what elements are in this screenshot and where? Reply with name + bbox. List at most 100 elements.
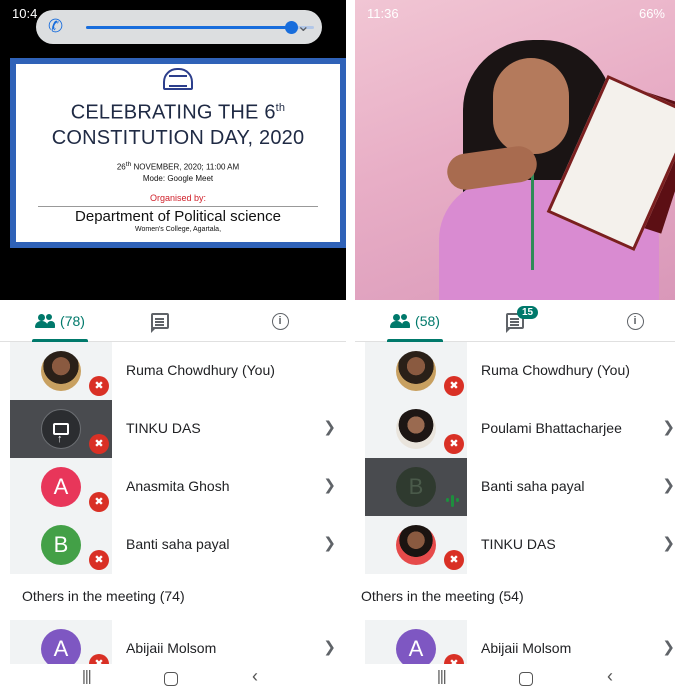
participant-tile: ✖	[365, 516, 467, 574]
meeting-tabs: (58) 15 i	[355, 300, 675, 342]
home-icon[interactable]	[519, 672, 533, 686]
people-count: (58)	[415, 313, 440, 329]
recent-apps-icon[interactable]: |||	[82, 668, 92, 685]
slide-content: CELEBRATING THE 6th CONSTITUTION DAY, 20…	[16, 64, 340, 242]
left-screenshot: 10:4 ✆ ⌄ CELEBRATING THE 6th CONSTITUTIO…	[0, 0, 346, 691]
speaking-indicator-icon	[445, 493, 463, 507]
android-nav-bar: ||| ‹	[355, 664, 675, 691]
people-icon	[35, 314, 56, 328]
participant-name: Ruma Chowdhury (You)	[481, 362, 630, 378]
mic-off-icon: ✖	[89, 492, 109, 512]
participant-name: Poulami Bhattacharjee	[481, 420, 622, 436]
call-volume-icon: ✆	[48, 16, 64, 36]
avatar-letter: B	[41, 525, 81, 565]
others-heading: Others in the meeting (74)	[22, 588, 185, 604]
participant-row[interactable]: A ✖ Anasmita Ghosh ❯	[0, 458, 346, 516]
participant-name: Anasmita Ghosh	[126, 478, 230, 494]
chevron-right-icon[interactable]: ❯	[323, 418, 336, 436]
slide-title: CELEBRATING THE 6th CONSTITUTION DAY, 20…	[16, 96, 340, 151]
info-icon: i	[626, 312, 644, 330]
slide-title-sup: th	[275, 102, 286, 114]
participant-tile: ✖	[365, 342, 467, 400]
mic-off-icon: ✖	[89, 550, 109, 570]
people-count: (78)	[60, 313, 85, 329]
tab-info[interactable]: i	[250, 300, 310, 342]
avatar-letter: A	[41, 629, 81, 669]
avatar-letter: A	[41, 467, 81, 507]
participant-list: ✖ Ruma Chowdhury (You) ✖ Poulami Bhattac…	[355, 342, 675, 678]
info-icon: i	[271, 312, 289, 330]
slide-title-line2: CONSTITUTION DAY, 2020	[51, 126, 305, 149]
chevron-right-icon[interactable]: ❯	[662, 476, 675, 494]
chevron-right-icon[interactable]: ❯	[323, 476, 336, 494]
shared-slide: CELEBRATING THE 6th CONSTITUTION DAY, 20…	[10, 58, 346, 248]
participant-tile: ✖	[10, 342, 112, 400]
participant-row[interactable]: ✖ TINKU DAS ❯	[0, 400, 346, 458]
slide-date: 26th NOVEMBER, 2020; 11:00 AM	[16, 161, 340, 172]
home-icon[interactable]	[164, 672, 178, 686]
people-icon	[390, 314, 411, 328]
participant-name: TINKU DAS	[481, 536, 556, 552]
status-bar: 11:36 66%	[355, 0, 675, 24]
volume-fill	[86, 26, 292, 29]
participant-name: Ruma Chowdhury (You)	[126, 362, 275, 378]
right-screenshot: 11:36 66% (58) 15 i ✖ Ruma Chowdhury (Yo…	[355, 0, 675, 691]
participant-tile: ✖	[10, 400, 112, 458]
slide-date-rest: NOVEMBER, 2020; 11:00 AM	[131, 162, 240, 172]
slide-mode: Mode: Google Meet	[142, 174, 214, 184]
presentation-stage: 10:4 ✆ ⌄ CELEBRATING THE 6th CONSTITUTIO…	[0, 0, 346, 300]
chevron-right-icon[interactable]: ❯	[662, 638, 675, 656]
present-screen-icon	[41, 409, 81, 449]
recent-apps-icon[interactable]: |||	[437, 668, 447, 685]
back-icon[interactable]: ‹	[607, 666, 613, 687]
slide-department: Department of Political science	[75, 208, 281, 226]
tab-chat[interactable]	[130, 300, 190, 342]
volume-slider-panel[interactable]: ✆ ⌄	[36, 10, 322, 44]
tab-people[interactable]: (58)	[365, 300, 465, 342]
participant-name: TINKU DAS	[126, 420, 201, 436]
chevron-right-icon[interactable]: ❯	[662, 534, 675, 552]
participant-row[interactable]: ✖ Poulami Bhattacharjee ❯	[355, 400, 675, 458]
camera-video	[355, 0, 675, 300]
participant-row[interactable]: ✖ Ruma Chowdhury (You)	[355, 342, 675, 400]
participant-row[interactable]: ✖ Ruma Chowdhury (You)	[0, 342, 346, 400]
meeting-tabs: (78) i	[0, 300, 346, 342]
participant-list: ✖ Ruma Chowdhury (You) ✖ TINKU DAS ❯ A ✖…	[0, 342, 346, 678]
avatar	[396, 525, 436, 565]
participant-name: Abijaii Molsom	[126, 640, 217, 656]
volume-track[interactable]	[86, 21, 314, 34]
college-logo	[163, 68, 193, 90]
participant-row[interactable]: ✖ TINKU DAS ❯	[355, 516, 675, 574]
slide-divider	[38, 206, 318, 208]
tab-info[interactable]: i	[605, 300, 665, 342]
mic-off-icon: ✖	[89, 376, 109, 396]
participant-tile: B ✖	[10, 516, 112, 574]
avatar	[396, 351, 436, 391]
back-icon[interactable]: ‹	[252, 666, 258, 687]
slide-college: Women's College, Agartala,	[134, 226, 222, 234]
participant-row[interactable]: B ✖ Banti saha payal ❯	[0, 516, 346, 574]
avatar-letter: A	[396, 629, 436, 669]
avatar-letter: B	[396, 467, 436, 507]
chevron-right-icon[interactable]: ❯	[323, 638, 336, 656]
chevron-right-icon[interactable]: ❯	[662, 418, 675, 436]
slide-title-line1: CELEBRATING THE 6	[70, 101, 276, 124]
camera-feed: 11:36 66%	[355, 0, 675, 300]
avatar	[41, 351, 81, 391]
mic-off-icon: ✖	[444, 434, 464, 454]
mic-off-icon: ✖	[444, 550, 464, 570]
participant-row[interactable]: B Banti saha payal ❯	[355, 458, 675, 516]
slide-date-day: 26	[116, 162, 126, 172]
chevron-right-icon[interactable]: ❯	[323, 534, 336, 552]
slide-organised-label: Organised by:	[149, 193, 207, 204]
participant-tile: ✖	[365, 400, 467, 458]
others-heading: Others in the meeting (54)	[361, 588, 524, 604]
chevron-down-icon[interactable]: ⌄	[297, 16, 310, 36]
avatar	[396, 409, 436, 449]
participant-name: Banti saha payal	[126, 536, 230, 552]
tab-chat[interactable]: 15	[485, 300, 545, 342]
participant-tile: A ✖	[10, 458, 112, 516]
status-time: 11:36	[367, 6, 399, 21]
tab-people[interactable]: (78)	[10, 300, 110, 342]
status-time: 10:4	[12, 6, 38, 21]
